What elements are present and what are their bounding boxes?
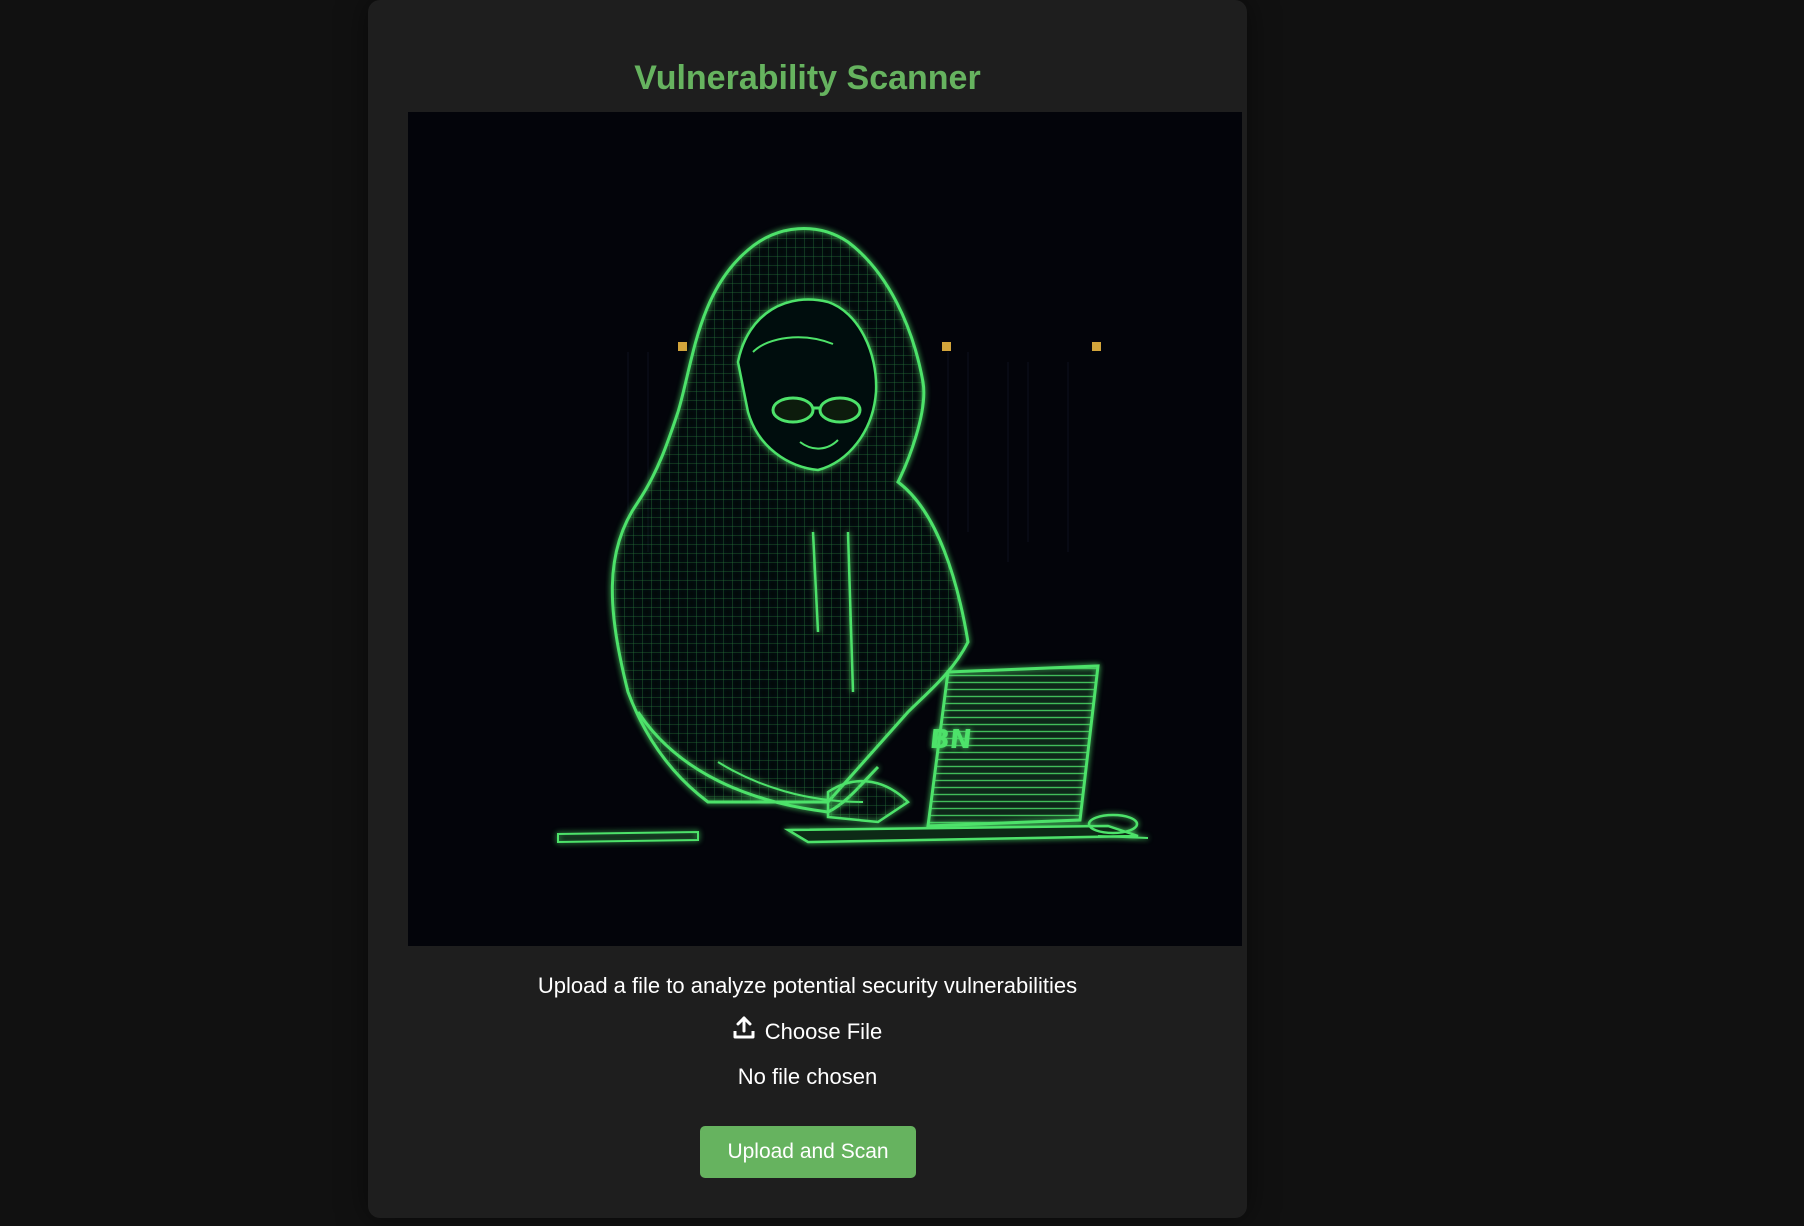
choose-file-label: Choose File xyxy=(764,1019,883,1044)
file-status: No file chosen xyxy=(737,1064,878,1089)
upload-instructions: Upload a file to analyze potential secur… xyxy=(537,973,1078,998)
choose-file-button[interactable]: Choose File xyxy=(368,1016,1247,1048)
page-title: Vulnerability Scanner xyxy=(634,59,981,97)
hacker-illustration: BN xyxy=(408,112,1242,946)
upload-and-scan-button[interactable]: Upload and Scan xyxy=(700,1126,916,1178)
upload-icon xyxy=(733,1016,755,1048)
scanner-card: Vulnerability Scanner BN Upload a file t… xyxy=(368,0,1247,1218)
laptop-logo: BN xyxy=(928,725,973,755)
